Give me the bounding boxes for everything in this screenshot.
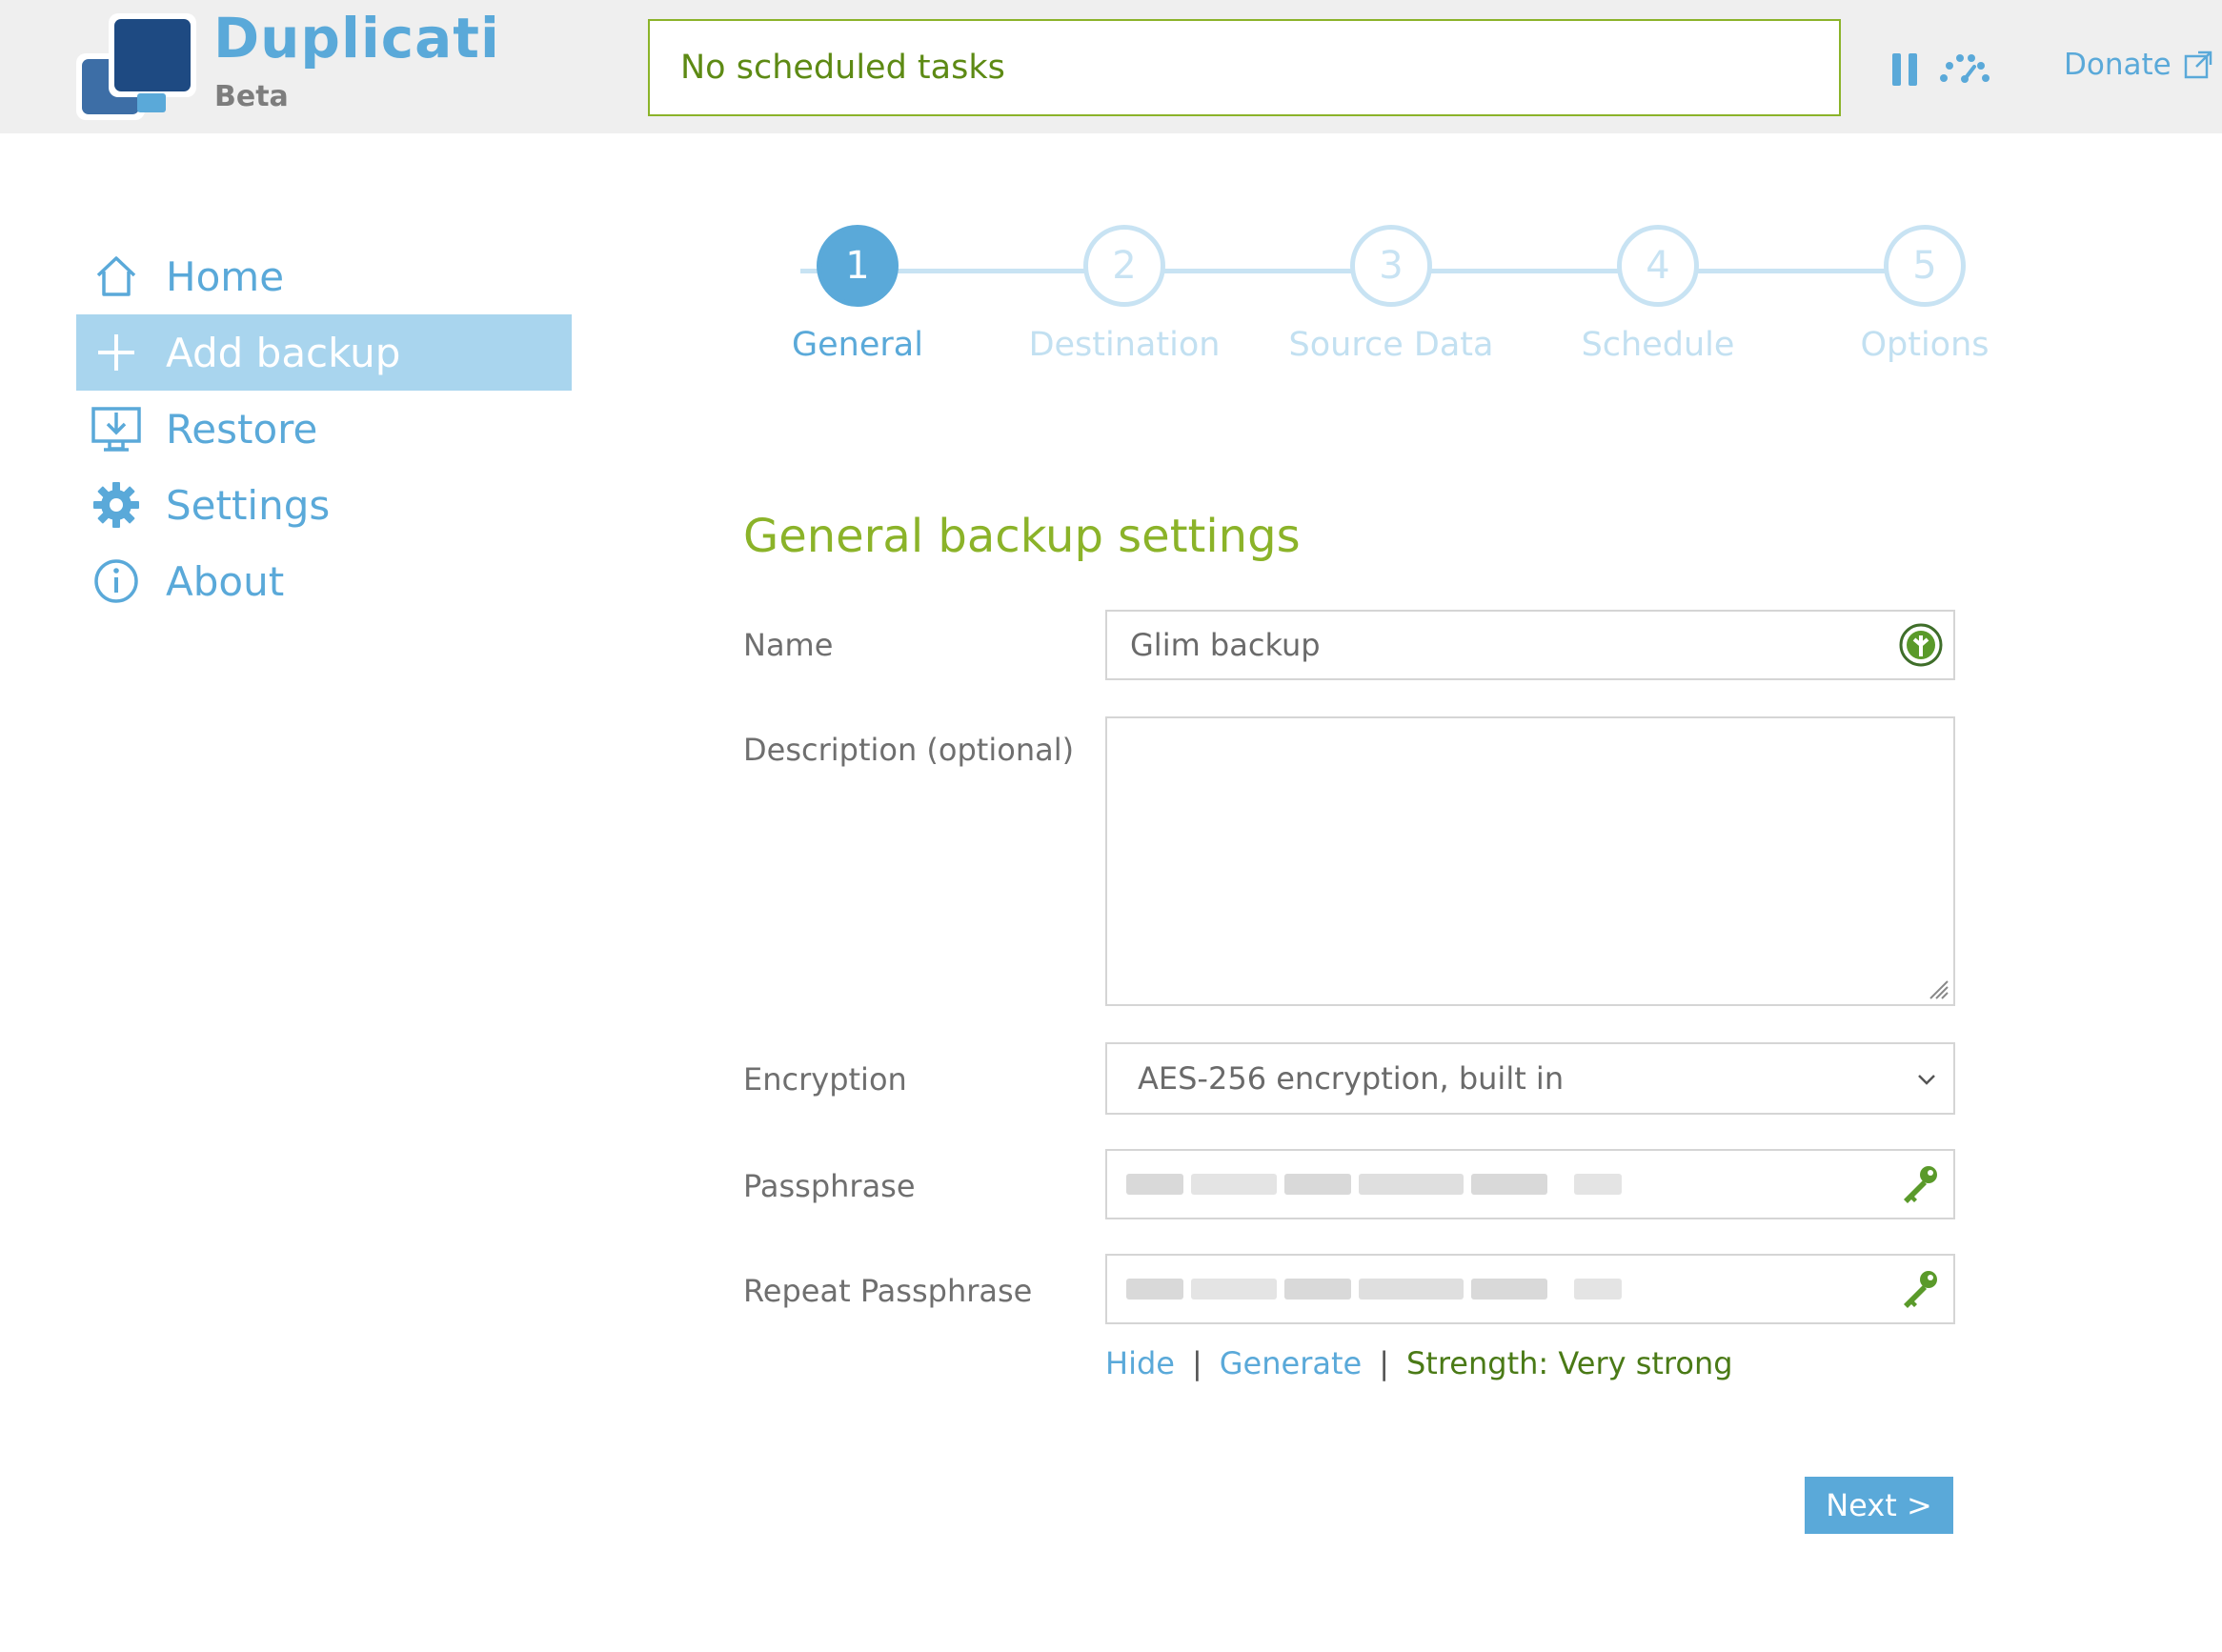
donate-link[interactable]: Donate — [2064, 48, 2213, 82]
repeat-passphrase-label: Repeat Passphrase — [743, 1273, 1033, 1309]
encryption-selected-value: AES-256 encryption, built in — [1138, 1060, 1565, 1097]
sidebar-item-label: Settings — [166, 481, 331, 529]
home-icon — [90, 250, 143, 303]
passphrase-label: Passphrase — [743, 1168, 916, 1204]
name-input[interactable]: Glim backup — [1105, 610, 1955, 680]
encryption-label: Encryption — [743, 1061, 907, 1098]
step-schedule[interactable]: 4 Schedule — [1525, 225, 1791, 364]
masked-passphrase — [1126, 1170, 1622, 1199]
brand-subtitle: Beta — [214, 80, 289, 113]
passphrase-actions: Hide | Generate | Strength: Very strong — [1105, 1345, 1733, 1381]
gear-icon — [90, 478, 143, 532]
step-number: 5 — [1884, 225, 1966, 307]
hide-link[interactable]: Hide — [1105, 1345, 1175, 1381]
plus-icon — [90, 326, 143, 379]
step-general[interactable]: 1 General — [724, 225, 991, 364]
wizard-stepper: 1 General 2 Destination 3 Source Data 4 … — [724, 225, 1990, 387]
step-number: 1 — [817, 225, 899, 307]
name-label: Name — [743, 627, 834, 663]
strength-indicator: Strength: Very strong — [1405, 1345, 1733, 1381]
external-link-icon — [2184, 50, 2212, 79]
step-label: Options — [1860, 326, 1990, 364]
status-text: No scheduled tasks — [680, 49, 1005, 87]
sidebar-item-label: About — [166, 557, 285, 605]
generate-link[interactable]: Generate — [1220, 1345, 1362, 1381]
sidebar-item-settings[interactable]: Settings — [76, 467, 572, 543]
link-separator: | — [1379, 1345, 1389, 1381]
step-label: General — [792, 326, 923, 364]
sidebar-item-add-backup[interactable]: Add backup — [76, 314, 572, 391]
throttle-speed-icon[interactable] — [1938, 50, 1991, 86]
link-separator: | — [1191, 1345, 1202, 1381]
sidebar-item-home[interactable]: Home — [76, 238, 572, 314]
resize-handle-icon[interactable] — [1927, 977, 1949, 1000]
step-number: 3 — [1350, 225, 1432, 307]
sidebar-item-restore[interactable]: Restore — [76, 391, 572, 467]
top-header: Duplicati Beta No scheduled tasks Donate — [0, 0, 2222, 133]
password-manager-icon[interactable] — [1898, 622, 1944, 668]
chevron-down-icon — [1917, 1064, 1936, 1093]
sidebar-item-about[interactable]: About — [76, 543, 572, 619]
next-button[interactable]: Next > — [1805, 1477, 1953, 1534]
info-icon — [90, 554, 143, 608]
description-textarea[interactable] — [1105, 716, 1955, 1006]
step-label: Schedule — [1581, 326, 1735, 364]
masked-passphrase — [1126, 1275, 1622, 1303]
restore-icon — [90, 402, 143, 455]
pause-icon[interactable] — [1892, 53, 1919, 86]
section-title: General backup settings — [743, 510, 1301, 563]
brand-name: Duplicati — [213, 6, 500, 71]
description-label: Description (optional) — [743, 732, 1075, 768]
step-label: Destination — [1028, 326, 1221, 364]
step-source-data[interactable]: 3 Source Data — [1258, 225, 1525, 364]
sidebar-nav: Home Add backup Restore Settings About — [76, 238, 572, 619]
status-box: No scheduled tasks — [648, 19, 1841, 116]
repeat-passphrase-input[interactable] — [1105, 1254, 1955, 1324]
donate-label: Donate — [2064, 48, 2172, 82]
step-number: 4 — [1617, 225, 1699, 307]
key-icon[interactable] — [1898, 1266, 1944, 1312]
encryption-select[interactable]: AES-256 encryption, built in — [1105, 1042, 1955, 1115]
sidebar-item-label: Home — [166, 252, 285, 300]
sidebar-item-label: Restore — [166, 405, 318, 453]
sidebar-item-label: Add backup — [166, 329, 401, 376]
step-label: Source Data — [1288, 326, 1494, 364]
step-options[interactable]: 5 Options — [1791, 225, 2058, 364]
name-value: Glim backup — [1130, 627, 1321, 663]
duplicati-logo-icon[interactable] — [74, 11, 198, 124]
passphrase-input[interactable] — [1105, 1149, 1955, 1219]
key-icon[interactable] — [1898, 1161, 1944, 1207]
step-number: 2 — [1083, 225, 1165, 307]
step-destination[interactable]: 2 Destination — [991, 225, 1258, 364]
